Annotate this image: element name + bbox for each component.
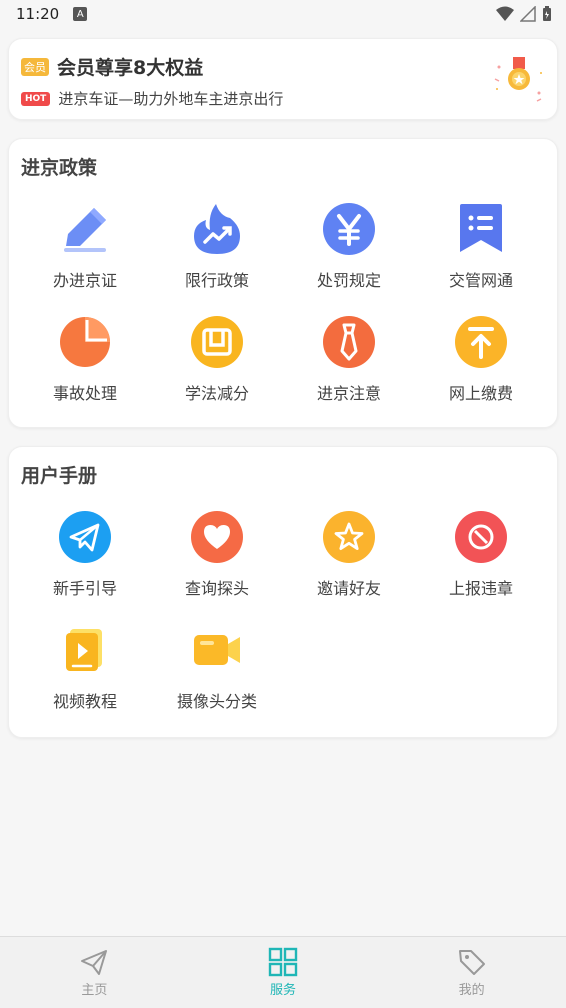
member-subtitle: 进京车证—助力外地车主进京出行 <box>58 90 284 108</box>
tag-icon <box>458 950 485 975</box>
grid-icon <box>268 947 298 977</box>
policy-item-penalty[interactable]: 处罚规定 <box>283 201 415 291</box>
member-tag: 会员 <box>21 57 49 76</box>
tab-label: 我的 <box>458 983 485 998</box>
signal-icon <box>520 6 536 22</box>
policy-item-payment[interactable]: 网上缴费 <box>415 314 547 404</box>
manual-section-title: 用户手册 <box>21 465 98 487</box>
wifi-icon <box>496 6 514 21</box>
tab-label: 服务 <box>270 983 297 998</box>
policy-section-title: 进京政策 <box>21 157 98 179</box>
member-title: 会员尊享8大权益 <box>57 57 204 79</box>
tab-service[interactable]: 服务 <box>189 937 378 1008</box>
policy-item-label: 学法减分 <box>184 384 249 403</box>
manual-item-report[interactable]: 上报违章 <box>415 509 547 599</box>
member-subtitle-row: HOT 进京车证—助力外地车主进京出行 <box>21 88 283 109</box>
pencil-icon <box>57 201 113 257</box>
yen-icon <box>321 201 377 257</box>
policy-item-label: 限行政策 <box>184 271 249 290</box>
policy-item-traffic-net[interactable]: 交管网通 <box>415 201 547 291</box>
star-icon <box>321 509 377 565</box>
send-icon <box>81 950 108 975</box>
bookmark-list-icon <box>453 201 509 257</box>
status-bar: 11:20 A <box>0 0 566 28</box>
manual-item-video[interactable]: 视频教程 <box>19 622 151 712</box>
policy-item-label: 网上缴费 <box>448 384 513 403</box>
prohibit-icon <box>453 509 509 565</box>
tab-home[interactable]: 主页 <box>0 937 189 1008</box>
policy-item-label: 进京注意 <box>316 384 381 403</box>
flame-chart-icon <box>189 201 245 257</box>
manual-item-label: 上报违章 <box>448 579 513 598</box>
status-time: 11:20 <box>16 5 60 23</box>
tab-label: 主页 <box>81 983 108 998</box>
bottom-tab-bar: 主页 服务 我的 <box>0 936 566 1008</box>
manual-item-invite[interactable]: 邀请好友 <box>283 509 415 599</box>
manual-item-label: 新手引导 <box>52 579 117 598</box>
upload-icon <box>453 314 509 370</box>
manual-item-camera-type[interactable]: 摄像头分类 <box>151 622 283 712</box>
manual-item-guide[interactable]: 新手引导 <box>19 509 151 599</box>
manual-item-camera-query[interactable]: 查询探头 <box>151 509 283 599</box>
manual-section: 用户手册 新手引导 查询探头 邀请好友 上报违章 视频教程 摄像头分类 <box>8 446 558 738</box>
manual-item-label: 邀请好友 <box>316 579 381 598</box>
member-banner[interactable]: 会员 会员尊享8大权益 HOT 进京车证—助力外地车主进京出行 <box>8 38 558 120</box>
policy-item-notice[interactable]: 进京注意 <box>283 314 415 404</box>
policy-section: 进京政策 办进京证 限行政策 处罚规定 交管网通 事故处理 学法减分 进京注意 … <box>8 138 558 428</box>
heart-icon <box>189 509 245 565</box>
policy-item-accident[interactable]: 事故处理 <box>19 314 151 404</box>
paper-plane-icon <box>57 509 113 565</box>
video-play-icon <box>57 622 113 678</box>
camera-icon <box>189 622 245 678</box>
member-title-row: 会员 会员尊享8大权益 <box>21 53 203 80</box>
tie-icon <box>321 314 377 370</box>
status-indicators <box>496 6 552 22</box>
manual-item-label: 摄像头分类 <box>176 692 257 711</box>
medal-icon <box>494 57 542 102</box>
policy-item-study[interactable]: 学法减分 <box>151 314 283 404</box>
policy-item-restriction[interactable]: 限行政策 <box>151 201 283 291</box>
manual-item-label: 查询探头 <box>184 579 249 598</box>
pie-icon <box>57 314 113 370</box>
policy-item-label: 处罚规定 <box>316 271 381 290</box>
book-icon <box>189 314 245 370</box>
policy-item-apply-permit[interactable]: 办进京证 <box>19 201 151 291</box>
battery-icon <box>543 6 551 21</box>
notification-a-icon: A <box>73 7 88 21</box>
manual-item-label: 视频教程 <box>52 692 117 711</box>
hot-badge: HOT <box>21 91 51 106</box>
tab-mine[interactable]: 我的 <box>377 937 566 1008</box>
policy-item-label: 办进京证 <box>52 271 117 290</box>
policy-item-label: 交管网通 <box>448 271 513 290</box>
policy-item-label: 事故处理 <box>52 384 117 403</box>
